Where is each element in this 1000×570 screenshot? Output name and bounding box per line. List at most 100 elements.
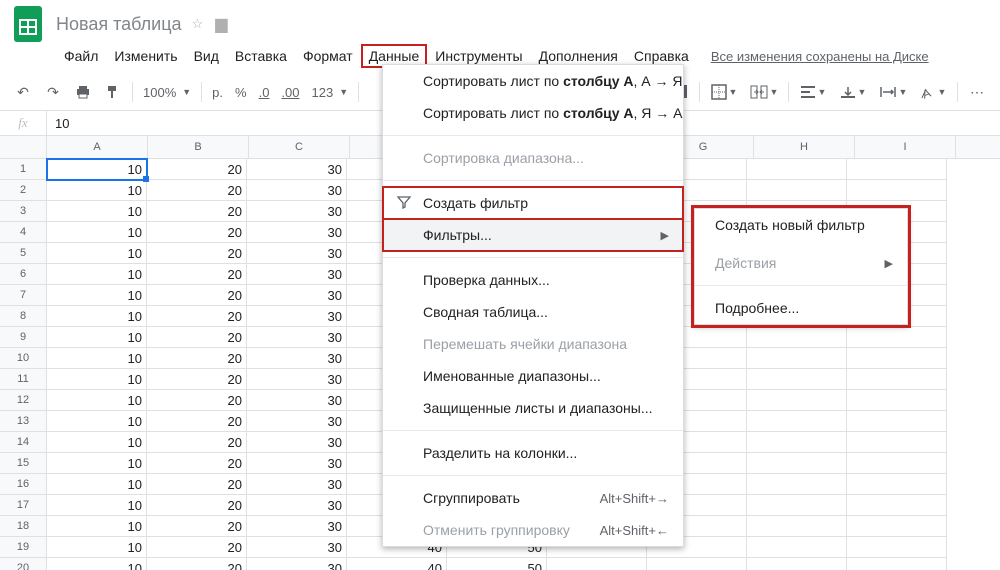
- cell[interactable]: [747, 474, 847, 495]
- cell[interactable]: 10: [47, 390, 147, 411]
- cell[interactable]: [847, 390, 947, 411]
- document-title[interactable]: Новая таблица: [56, 14, 182, 35]
- menu-filters[interactable]: Фильтры... ▶: [383, 219, 683, 251]
- menu-named-ranges[interactable]: Именованные диапазоны...: [383, 360, 683, 392]
- col-header[interactable]: A: [47, 136, 148, 158]
- undo-button[interactable]: ↶: [8, 78, 38, 106]
- number-format-select[interactable]: 123▼: [306, 85, 355, 100]
- menu-sort-az[interactable]: Сортировать лист по столбцу А, А → Я: [383, 65, 683, 97]
- cell[interactable]: [747, 327, 847, 348]
- row-header[interactable]: 18: [0, 516, 47, 537]
- row-header[interactable]: 15: [0, 453, 47, 474]
- cell[interactable]: 20: [147, 537, 247, 558]
- cell[interactable]: 50: [447, 558, 547, 570]
- cell[interactable]: [847, 369, 947, 390]
- cell[interactable]: [847, 495, 947, 516]
- star-icon[interactable]: ☆: [192, 16, 204, 32]
- folder-icon[interactable]: ▆: [215, 14, 227, 34]
- cell[interactable]: [747, 180, 847, 201]
- borders-button[interactable]: ▼: [704, 78, 744, 106]
- cell[interactable]: 30: [247, 285, 347, 306]
- cell[interactable]: 20: [147, 159, 247, 180]
- cell[interactable]: [847, 432, 947, 453]
- more-toolbar-button[interactable]: ⋯: [962, 78, 992, 106]
- cell[interactable]: 10: [47, 453, 147, 474]
- row-header[interactable]: 13: [0, 411, 47, 432]
- increase-decimal-button[interactable]: .00: [275, 85, 305, 100]
- cell[interactable]: [847, 348, 947, 369]
- row-header[interactable]: 10: [0, 348, 47, 369]
- decrease-decimal-button[interactable]: .0: [253, 85, 276, 100]
- cell[interactable]: 20: [147, 516, 247, 537]
- cell[interactable]: [847, 558, 947, 570]
- halign-button[interactable]: ▼: [793, 78, 833, 106]
- cell[interactable]: 20: [147, 285, 247, 306]
- cell[interactable]: [847, 411, 947, 432]
- cell[interactable]: 10: [47, 369, 147, 390]
- col-header[interactable]: I: [855, 136, 956, 158]
- cell[interactable]: [847, 453, 947, 474]
- cell[interactable]: 30: [247, 348, 347, 369]
- row-header[interactable]: 7: [0, 285, 47, 306]
- cell[interactable]: [747, 495, 847, 516]
- cell[interactable]: [847, 537, 947, 558]
- menu-validation[interactable]: Проверка данных...: [383, 264, 683, 296]
- col-header[interactable]: C: [249, 136, 350, 158]
- currency-button[interactable]: р.: [206, 85, 229, 100]
- cell[interactable]: 20: [147, 432, 247, 453]
- cell[interactable]: 30: [247, 495, 347, 516]
- cell[interactable]: 10: [47, 243, 147, 264]
- cell[interactable]: [547, 558, 647, 570]
- row-header[interactable]: 14: [0, 432, 47, 453]
- cell[interactable]: 10: [47, 327, 147, 348]
- cell[interactable]: 10: [47, 159, 147, 180]
- cell[interactable]: 20: [147, 474, 247, 495]
- cell[interactable]: [847, 327, 947, 348]
- cell[interactable]: 20: [147, 348, 247, 369]
- cell[interactable]: 10: [47, 537, 147, 558]
- row-header[interactable]: 19: [0, 537, 47, 558]
- cell[interactable]: 20: [147, 264, 247, 285]
- cell[interactable]: 20: [147, 390, 247, 411]
- col-header[interactable]: B: [148, 136, 249, 158]
- zoom-select[interactable]: 100%▼: [137, 85, 197, 100]
- row-header[interactable]: 4: [0, 222, 47, 243]
- cell[interactable]: 10: [47, 264, 147, 285]
- cell[interactable]: 30: [247, 264, 347, 285]
- cell[interactable]: [847, 474, 947, 495]
- cell[interactable]: [747, 369, 847, 390]
- cell[interactable]: [747, 159, 847, 180]
- cell[interactable]: 30: [247, 558, 347, 570]
- cell[interactable]: 30: [247, 306, 347, 327]
- cell[interactable]: 10: [47, 516, 147, 537]
- cell[interactable]: 20: [147, 411, 247, 432]
- row-header[interactable]: 1: [0, 159, 47, 180]
- cell[interactable]: 10: [47, 558, 147, 570]
- cell[interactable]: [747, 432, 847, 453]
- formula-input[interactable]: 10: [47, 116, 69, 131]
- save-status-link[interactable]: Все изменения сохранены на Диске: [711, 49, 929, 64]
- merge-button[interactable]: ▼: [744, 78, 784, 106]
- sheets-logo[interactable]: [8, 4, 48, 44]
- menu-insert[interactable]: Вставка: [227, 44, 295, 68]
- cell[interactable]: 20: [147, 180, 247, 201]
- paint-format-button[interactable]: [98, 78, 128, 106]
- menu-sort-za[interactable]: Сортировать лист по столбцу А, Я → А: [383, 97, 683, 129]
- cell[interactable]: [747, 390, 847, 411]
- submenu-create-filter[interactable]: Создать новый фильтр: [695, 209, 907, 241]
- cell[interactable]: 10: [47, 306, 147, 327]
- row-header[interactable]: 6: [0, 264, 47, 285]
- cell[interactable]: 30: [247, 411, 347, 432]
- menu-file[interactable]: Файл: [56, 44, 106, 68]
- redo-button[interactable]: ↷: [38, 78, 68, 106]
- row-header[interactable]: 20: [0, 558, 47, 570]
- cell[interactable]: [847, 180, 947, 201]
- cell[interactable]: 20: [147, 495, 247, 516]
- rotate-button[interactable]: A ▼: [913, 78, 953, 106]
- row-header[interactable]: 11: [0, 369, 47, 390]
- cell[interactable]: 10: [47, 474, 147, 495]
- row-header[interactable]: 17: [0, 495, 47, 516]
- cell[interactable]: 30: [247, 201, 347, 222]
- cell[interactable]: [747, 558, 847, 570]
- cell[interactable]: 20: [147, 369, 247, 390]
